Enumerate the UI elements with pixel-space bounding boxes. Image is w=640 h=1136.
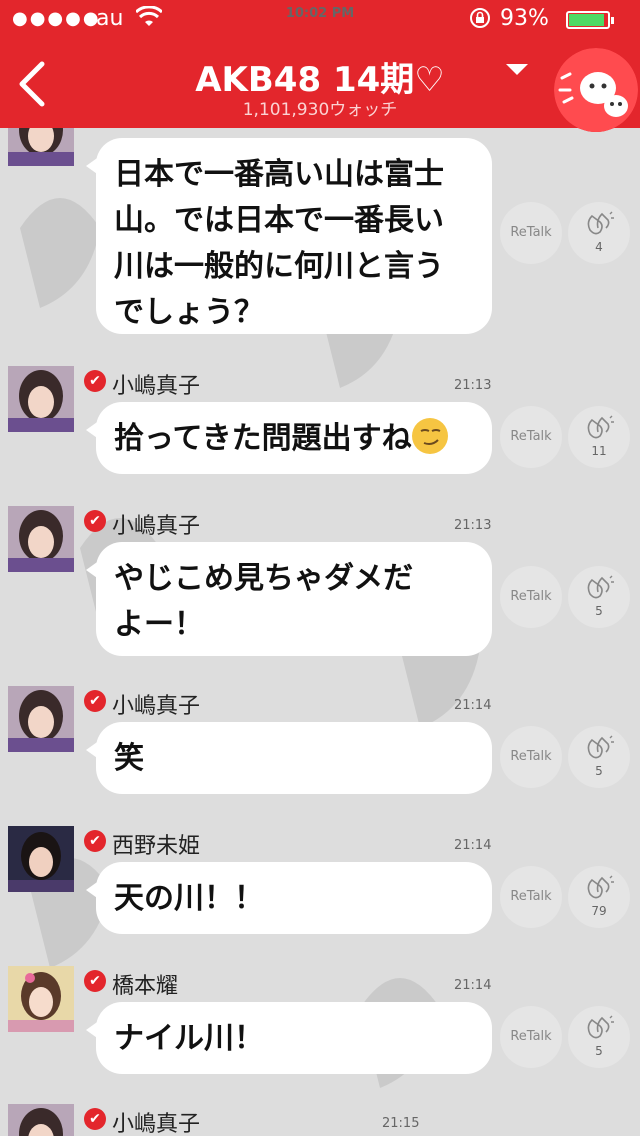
verified-check-icon: ✔ <box>84 510 106 532</box>
avatar[interactable] <box>8 826 74 892</box>
retalk-button[interactable]: ReTalk <box>500 566 562 628</box>
message-line: 拾ってきた問題出すね <box>114 421 412 456</box>
clap-button[interactable]: 4 <box>568 202 630 264</box>
message-line: 日本で一番高い山は富士 <box>114 157 444 192</box>
message-bubble[interactable]: 拾ってきた問題出すね <box>86 402 492 474</box>
clap-icon <box>587 415 614 439</box>
message-line: 川は一般的に何川と言う <box>114 249 444 284</box>
retalk-button[interactable]: ReTalk <box>500 202 562 264</box>
retalk-button[interactable]: ReTalk <box>500 726 562 788</box>
status-bar: ●●●●● au 10:02 PM 93% <box>0 0 640 40</box>
clap-count: 5 <box>595 604 603 618</box>
message-line: ナイル川！ <box>114 1021 264 1056</box>
clap-button[interactable]: 11 <box>568 406 630 468</box>
clap-button[interactable]: 5 <box>568 566 630 628</box>
clap-count: 11 <box>591 444 607 458</box>
message-bubble[interactable]: 日本で一番高い山は富士 山。では日本で一番長い 川は一般的に何川と言う でしょう… <box>86 138 492 334</box>
clap-count: 5 <box>595 764 603 778</box>
clap-button[interactable]: 79 <box>568 866 630 928</box>
sender-name[interactable]: 小嶋真子 <box>112 688 200 720</box>
message-line: 笑 <box>114 741 144 776</box>
room-title[interactable]: AKB48 14期♡ <box>0 52 640 101</box>
mascot-button[interactable] <box>554 48 638 132</box>
verified-check-icon: ✔ <box>84 970 106 992</box>
battery-icon <box>566 11 614 29</box>
message-line: よー！ <box>114 607 204 642</box>
clap-icon <box>587 875 614 899</box>
watch-count: 1,101,930ウォッチ <box>242 100 398 120</box>
verified-check-icon: ✔ <box>84 690 106 712</box>
message-line: 天の川！！ <box>114 881 264 916</box>
avatar[interactable] <box>8 1104 74 1136</box>
retalk-button[interactable]: ReTalk <box>500 1006 562 1068</box>
avatar[interactable] <box>8 366 74 432</box>
message-line: やじこめ見ちゃダメだ <box>114 561 414 596</box>
message-line: 山。では日本で一番長い <box>114 203 444 238</box>
clap-icon <box>587 575 614 599</box>
mascot-icon <box>554 48 638 132</box>
chat-screen: ●●●●● au 10:02 PM 93% AKB48 14期♡ 1,101,9… <box>0 0 640 1136</box>
rotation-lock-icon <box>468 6 492 35</box>
message-time: 21:14 <box>454 698 492 713</box>
message-time: 21:14 <box>454 978 492 993</box>
message-bubble[interactable]: 天の川！！ <box>86 862 492 934</box>
verified-check-icon: ✔ <box>84 1108 106 1130</box>
message-time: 21:13 <box>454 518 492 533</box>
retalk-button[interactable]: ReTalk <box>500 866 562 928</box>
message-bubble[interactable]: ナイル川！ <box>86 1002 492 1074</box>
clap-count: 79 <box>591 904 607 918</box>
message-time: 21:14 <box>454 838 492 853</box>
sender-name[interactable]: 西野未姫 <box>112 828 200 860</box>
verified-check-icon: ✔ <box>84 830 106 852</box>
sender-name[interactable]: 小嶋真子 <box>112 508 200 540</box>
smirk-emoji-icon <box>411 418 448 454</box>
retalk-button[interactable]: ReTalk <box>500 406 562 468</box>
app-header: ●●●●● au 10:02 PM 93% AKB48 14期♡ 1,101,9… <box>0 0 640 132</box>
message-time: 21:13 <box>454 378 492 393</box>
message-time: 21:15 <box>382 1116 420 1131</box>
avatar[interactable] <box>8 686 74 752</box>
message-list[interactable]: 日本で一番高い山は富士 山。では日本で一番長い 川は一般的に何川と言う でしょう… <box>0 100 640 1136</box>
message-bubble[interactable]: 笑 <box>86 722 492 794</box>
sender-name[interactable]: 小嶋真子 <box>112 368 200 400</box>
dropdown-triangle-icon[interactable] <box>506 64 528 75</box>
clap-icon <box>587 735 614 759</box>
battery-percentage: 93% <box>500 6 549 31</box>
clap-button[interactable]: 5 <box>568 1006 630 1068</box>
clap-count: 4 <box>595 240 603 254</box>
verified-check-icon: ✔ <box>84 370 106 392</box>
avatar[interactable] <box>8 966 74 1032</box>
sender-name[interactable]: 橋本耀 <box>112 968 178 1000</box>
message-line: でしょう？ <box>114 295 264 330</box>
sender-name[interactable]: 小嶋真子 <box>112 1106 200 1136</box>
clap-icon <box>587 1015 614 1039</box>
avatar[interactable] <box>8 506 74 572</box>
message-bubble[interactable]: やじこめ見ちゃダメだ よー！ <box>86 542 492 656</box>
clap-count: 5 <box>595 1044 603 1058</box>
clap-icon <box>587 211 614 235</box>
clap-button[interactable]: 5 <box>568 726 630 788</box>
